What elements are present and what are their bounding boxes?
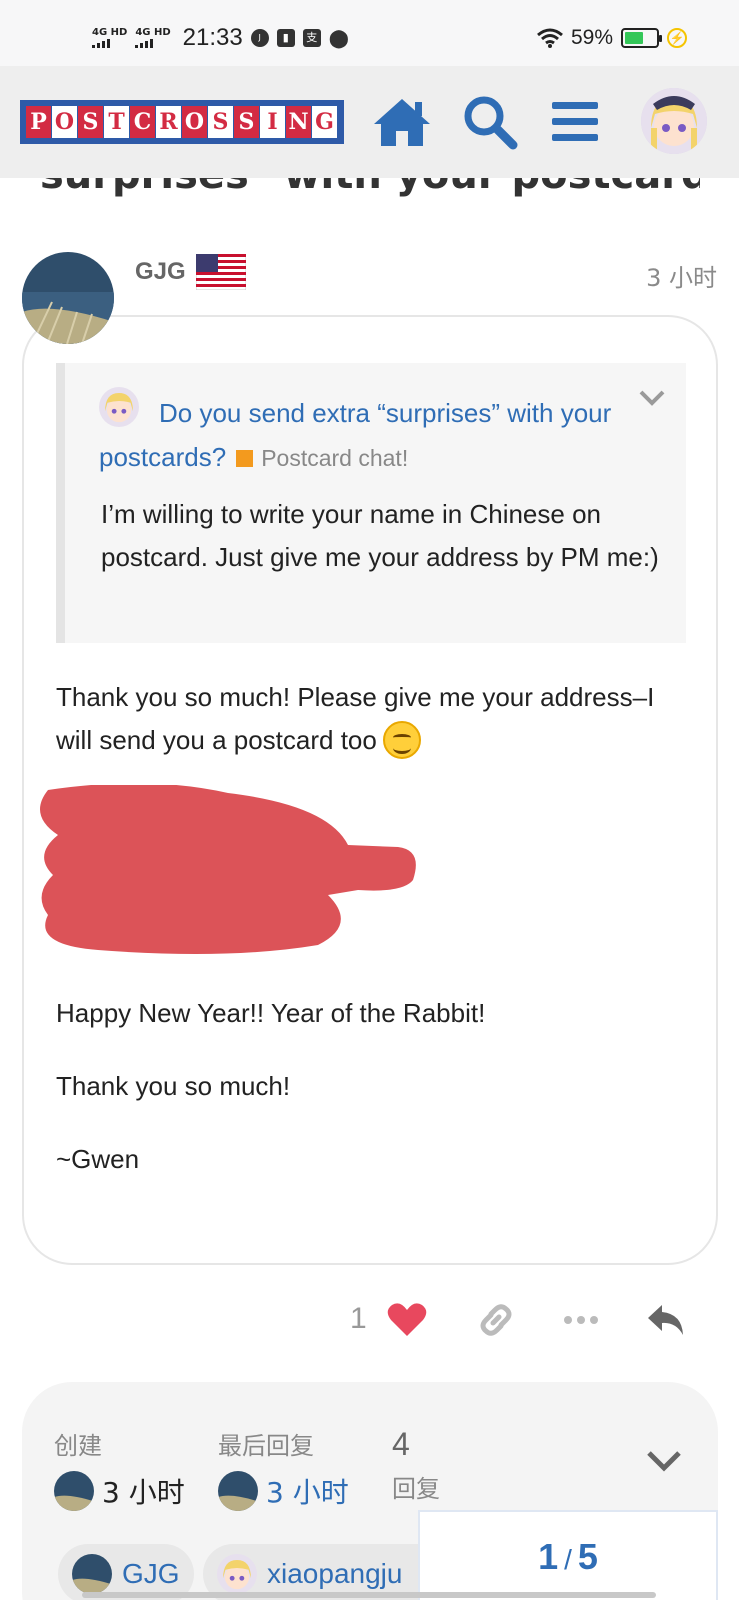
menu-icon	[552, 102, 598, 141]
topic-map-expand-button[interactable]	[646, 1450, 682, 1476]
battery-percent: 59%	[570, 26, 613, 49]
chevron-down-icon	[639, 390, 665, 406]
home-icon	[374, 99, 430, 146]
site-header: POSTCROSSING	[0, 66, 739, 178]
quote-expand-button[interactable]	[638, 389, 666, 411]
status-left: 4G HD 4G HD 21:33 J ▮ 支 ⬤	[92, 24, 349, 52]
clock: 21:33	[182, 24, 243, 51]
post-paragraph-1-text: Thank you so much! Please give me your a…	[56, 682, 655, 755]
link-icon	[480, 1304, 512, 1336]
logo-letter: O	[52, 106, 77, 138]
logo-letter: S	[234, 106, 259, 138]
category-square-icon	[236, 450, 254, 467]
us-flag-icon	[195, 254, 246, 290]
post-author-avatar[interactable]	[22, 252, 114, 344]
post-signature: ~Gwen	[56, 1144, 140, 1174]
timeline-current: 1	[538, 1536, 559, 1577]
redaction-scribble	[40, 785, 416, 954]
logo-letter: P	[26, 106, 51, 138]
post-paragraph-3: Thank you so much!	[56, 1071, 291, 1101]
participant-avatar	[72, 1554, 112, 1594]
created-label: 创建	[54, 1432, 102, 1460]
status-right: 59% ⚡	[537, 26, 687, 50]
wifi-icon	[537, 28, 563, 48]
timeline-total: 5	[577, 1536, 598, 1577]
participant-name: GJG	[122, 1558, 180, 1589]
timeline-position[interactable]: 1/5	[418, 1510, 718, 1600]
last-reply-label: 最后回复	[218, 1432, 314, 1460]
created-time: 3 小时	[102, 1476, 185, 1509]
logo-letter: S	[208, 106, 233, 138]
reply-count-number: 4	[392, 1426, 410, 1462]
username[interactable]: GJG	[135, 258, 186, 286]
participant-avatar	[217, 1554, 257, 1594]
topic-last-reply: 最后回复 3 小时	[218, 1426, 349, 1511]
like-button[interactable]	[383, 1298, 431, 1342]
quote-title[interactable]: Do you send extra “surprises” with your …	[99, 391, 659, 480]
postcrossing-logo[interactable]: POSTCROSSING	[20, 100, 344, 144]
jovi-icon: J	[250, 29, 269, 47]
logo-letter: C	[130, 106, 155, 138]
seaside-avatar-icon	[22, 252, 114, 344]
seaside-avatar-icon	[218, 1471, 258, 1511]
menu-button[interactable]	[543, 94, 607, 150]
chevron-down-icon	[647, 1451, 681, 1472]
quote-category-label: Postcard chat!	[261, 445, 409, 471]
logo-letters: POSTCROSSING	[20, 100, 344, 144]
logo-letter: N	[286, 106, 311, 138]
signal-icon-2: 4G HD	[135, 28, 171, 48]
like-count[interactable]: 1	[350, 1302, 367, 1336]
last-reply-time[interactable]: 3 小时	[266, 1471, 349, 1511]
share-link-button[interactable]	[472, 1298, 520, 1342]
battery-fill	[625, 32, 643, 44]
home-button[interactable]	[370, 94, 434, 150]
logo-letter: G	[312, 106, 337, 138]
signal-icon: 4G HD	[92, 28, 127, 48]
book-icon: ▮	[276, 29, 295, 47]
reply-button[interactable]	[642, 1298, 690, 1342]
seaside-avatar-icon	[72, 1554, 112, 1594]
search-button[interactable]	[458, 94, 522, 150]
post-actions: 1	[0, 1290, 739, 1350]
current-user-avatar[interactable]	[641, 88, 707, 154]
created-avatar[interactable]	[54, 1471, 94, 1511]
search-icon	[464, 96, 518, 150]
quote-body: I’m willing to write your name in Chines…	[101, 499, 659, 572]
logo-letter: S	[78, 106, 103, 138]
more-actions-button[interactable]	[557, 1298, 605, 1342]
logo-letter: O	[182, 106, 207, 138]
quote-category[interactable]: Postcard chat!	[236, 445, 408, 471]
anime-avatar-icon	[217, 1554, 257, 1594]
logo-letter: I	[260, 106, 285, 138]
timeline-separator: /	[564, 1544, 572, 1575]
last-reply-avatar[interactable]	[218, 1471, 258, 1511]
logo-letter: R	[156, 106, 181, 138]
post-paragraph-1: Thank you so much! Please give me your a…	[56, 676, 676, 762]
location-icon: ⬤	[328, 27, 349, 49]
reply-icon	[648, 1305, 683, 1335]
anime-avatar-icon	[641, 88, 707, 154]
charging-icon: ⚡	[667, 28, 687, 48]
post-paragraph-2: Happy New Year!! Year of the Rabbit!	[56, 998, 486, 1028]
post-time[interactable]: 3 小时	[646, 258, 717, 293]
home-indicator[interactable]	[82, 1592, 656, 1598]
post-author[interactable]: GJG	[135, 254, 246, 290]
smile-emoji-icon	[382, 721, 421, 759]
reply-count: 4 回复	[392, 1426, 440, 1504]
timeline-counter: 1/5	[420, 1536, 716, 1578]
heart-icon	[387, 1303, 427, 1336]
pay-icon: 支	[302, 29, 321, 47]
reply-count-label: 回复	[392, 1475, 440, 1503]
seaside-avatar-icon	[54, 1471, 94, 1511]
quote-block: Do you send extra “surprises” with your …	[56, 363, 686, 643]
participant-name: xiaopangju	[267, 1558, 403, 1589]
logo-letter: T	[104, 106, 129, 138]
topic-created: 创建 3 小时	[54, 1426, 185, 1511]
status-bar: 4G HD 4G HD 21:33 J ▮ 支 ⬤ 59% ⚡	[0, 0, 739, 66]
ellipsis-icon	[564, 1316, 598, 1324]
battery-icon	[621, 28, 662, 48]
